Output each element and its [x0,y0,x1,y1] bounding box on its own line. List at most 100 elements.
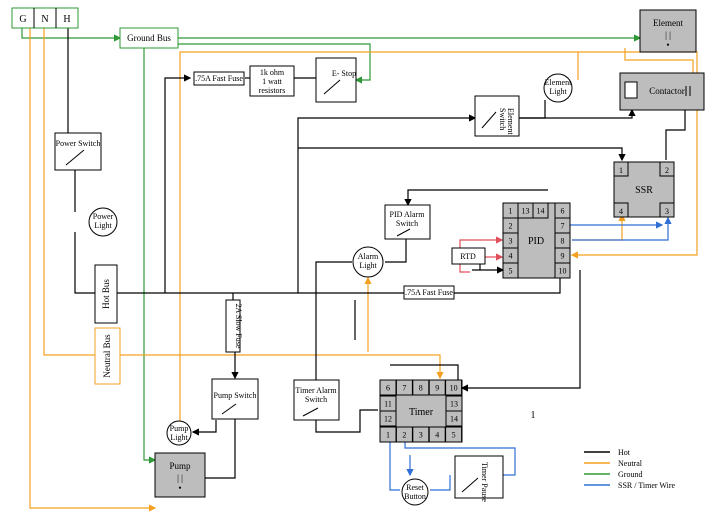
hot-bus: Hot Bus [94,264,118,324]
svg-text:1k ohm: 1k ohm [260,68,285,77]
pid-pin: 3 [509,237,513,246]
svg-text:Switch: Switch [305,395,327,404]
timer-pin: 1 [386,431,390,440]
legend-label: Hot [618,448,631,457]
svg-text:•: • [666,40,669,50]
svg-text:Pump: Pump [170,424,189,433]
svg-text:E- Stop: E- Stop [332,69,356,78]
fuse-top: .75A Fast Fuse [193,71,245,86]
timer-pin: 4 [435,431,439,440]
ssr-pin: 3 [665,207,669,216]
svg-text:| |: | | [177,473,183,483]
terminal-neutral: N [41,14,48,25]
pid-controller: 1 13 14 6 2 7 3 8 4 9 5 10 PID [502,202,571,279]
timer-pin: 12 [384,415,392,424]
svg-text:Light: Light [94,221,112,230]
power-light: Power Light [88,207,118,237]
pid-pin: 13 [522,207,530,216]
pump-light: Pump Light [166,420,192,446]
terminal-ground: G [19,14,26,25]
timer-pause-switch: Timer Pause [454,455,504,502]
resistor: 1k ohm 1 watt resistors [249,65,295,97]
ssr: 1 2 4 3 SSR [613,161,675,218]
svg-text:SSR: SSR [635,185,653,196]
pid-pin: 9 [561,252,565,261]
neutral-bus: Neutral Bus [94,327,121,385]
svg-text:Light: Light [170,433,188,442]
pid-pin: 8 [561,237,565,246]
svg-text:Light: Light [549,87,567,96]
svg-text:RTD: RTD [460,252,476,261]
svg-text:.75A Fast Fuse: .75A Fast Fuse [405,288,453,297]
legend-label: Neutral [618,459,643,468]
pid-alarm-switch: PID Alarm Switch [384,204,431,240]
wiring-diagram: G N H Ground Bus Element | | • .75A Fast… [0,0,720,514]
terminal-hot: H [63,14,70,25]
timer: 6 7 8 9 1011 1312 141 2 3 4 5 Timer [379,379,463,443]
power-switch: Power Switch [54,132,102,171]
svg-text:Timer Pause: Timer Pause [480,462,489,502]
element-light: Element Light [543,73,573,103]
timer-pin: 14 [450,415,458,424]
pump-switch: Pump Switch [211,378,259,420]
timer-pin: 9 [435,384,439,393]
heating-element: Element | | • [639,9,697,53]
legend: Hot Neutral Ground SSR / Timer Wire [584,448,676,490]
svg-text:•: • [178,483,181,493]
svg-text:Switch: Switch [498,108,507,130]
svg-text:Power: Power [93,212,114,221]
svg-text:Neutral Bus: Neutral Bus [102,334,112,378]
svg-text:Element: Element [545,78,572,87]
wiring-diagram-canvas: G N H Ground Bus Element | | • .75A Fast… [11,7,705,512]
contactor: Contactor [619,72,705,111]
svg-text:Ground Bus: Ground Bus [127,33,171,43]
timer-pin: 8 [419,384,423,393]
timer-alarm-switch: Timer Alarm Switch [293,379,340,421]
svg-text:Pump Switch: Pump Switch [214,391,257,400]
svg-text:Timer Alarm: Timer Alarm [295,386,337,395]
pid-pin: 10 [559,267,567,276]
timer-pin: 5 [452,431,456,440]
ssr-pin: 4 [619,207,623,216]
svg-text:Pump: Pump [169,461,191,471]
svg-text:Contactor: Contactor [649,86,685,96]
svg-text:Reset: Reset [406,483,425,492]
svg-text:Timer: Timer [409,407,434,418]
alarm-light: Alarm Light [352,246,384,278]
fuse-mid: .75A Fast Fuse [403,285,455,300]
reset-button: Reset Button [401,478,429,506]
svg-text:Element: Element [653,18,683,28]
timer-pin: 2 [402,431,406,440]
svg-text:Light: Light [359,261,377,270]
estop-switch: E- Stop [315,57,357,103]
fuse-slow: 2A Slow Fuse [225,299,243,353]
svg-text:.75A Fast Fuse: .75A Fast Fuse [195,74,243,83]
pid-pin: 14 [537,207,545,216]
legend-label: Ground [618,470,642,479]
rtd-sensor: RTD [451,247,486,265]
svg-text:PID: PID [528,236,544,247]
page-mark: 1 [531,410,536,421]
svg-text:Hot Bus: Hot Bus [101,279,111,309]
svg-text:Button: Button [404,492,426,501]
pid-pin: 5 [509,267,513,276]
legend-label: SSR / Timer Wire [618,481,676,490]
timer-pin: 7 [402,384,406,393]
pid-pin: 4 [509,252,513,261]
pid-pin: 7 [561,222,565,231]
timer-pin: 3 [419,431,423,440]
ground-bus: Ground Bus [119,27,179,49]
element-switch: Element Switch [474,95,520,137]
timer-pin: 11 [384,400,392,409]
svg-text:| |: | | [665,30,671,40]
ssr-pin: 2 [665,166,669,175]
timer-pin: 6 [386,384,390,393]
timer-pin: 13 [450,400,458,409]
pid-pin: 2 [509,222,513,231]
terminal-block: G N H [11,7,79,29]
svg-text:2A Slow Fuse: 2A Slow Fuse [234,304,243,349]
svg-text:Power Switch: Power Switch [56,139,101,148]
timer-pin: 10 [450,384,458,393]
pid-pin: 1 [509,207,513,216]
pump: Pump | | • [154,452,206,498]
